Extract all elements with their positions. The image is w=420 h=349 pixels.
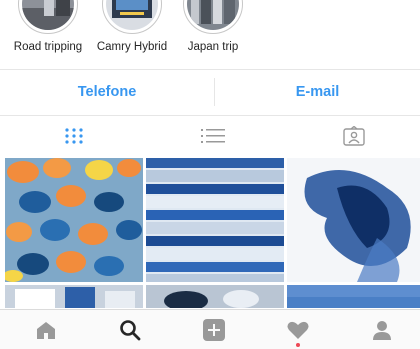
nav-activity[interactable] — [256, 310, 340, 349]
list-icon — [201, 129, 225, 143]
profile-view-tabs — [0, 116, 420, 156]
search-icon — [120, 320, 141, 341]
highlight-ring — [183, 0, 243, 34]
highlight-thumbnail — [22, 0, 74, 30]
add-post-icon — [203, 319, 225, 341]
bottom-nav — [0, 309, 420, 349]
tab-grid[interactable] — [4, 116, 144, 156]
nav-search[interactable] — [88, 310, 172, 349]
email-button[interactable]: E-mail — [215, 70, 420, 114]
highlight-label: Camry Hybrid — [96, 41, 168, 53]
photo-post[interactable] — [5, 158, 143, 282]
profile-icon — [373, 321, 391, 340]
highlight-ring — [18, 0, 78, 34]
highlight-thumbnail — [187, 0, 239, 30]
nav-home[interactable] — [4, 310, 88, 349]
tagged-icon — [343, 126, 365, 146]
photo-grid — [0, 158, 420, 308]
notification-dot — [296, 343, 300, 347]
highlight-thumbnail — [106, 0, 158, 30]
nav-add-post[interactable] — [172, 310, 256, 349]
highlight-label: Road tripping — [13, 41, 83, 53]
highlight-label: Japan trip — [187, 41, 239, 53]
photo-post[interactable] — [146, 158, 284, 282]
highlight-ring — [102, 0, 162, 34]
activity-heart-icon — [287, 321, 309, 339]
story-highlights: Road tripping Camry Hybrid Japan trip — [0, 0, 420, 68]
contact-bar: Telefone E-mail — [0, 70, 420, 114]
grid-icon — [65, 128, 83, 144]
phone-button[interactable]: Telefone — [0, 70, 214, 114]
tab-list[interactable] — [143, 116, 283, 156]
photo-post[interactable] — [287, 158, 420, 282]
photo-post[interactable] — [287, 285, 420, 308]
photo-post[interactable] — [146, 285, 284, 308]
photo-post[interactable] — [5, 285, 143, 308]
home-icon — [37, 322, 55, 339]
nav-profile[interactable] — [340, 310, 420, 349]
tab-tagged[interactable] — [284, 116, 420, 156]
